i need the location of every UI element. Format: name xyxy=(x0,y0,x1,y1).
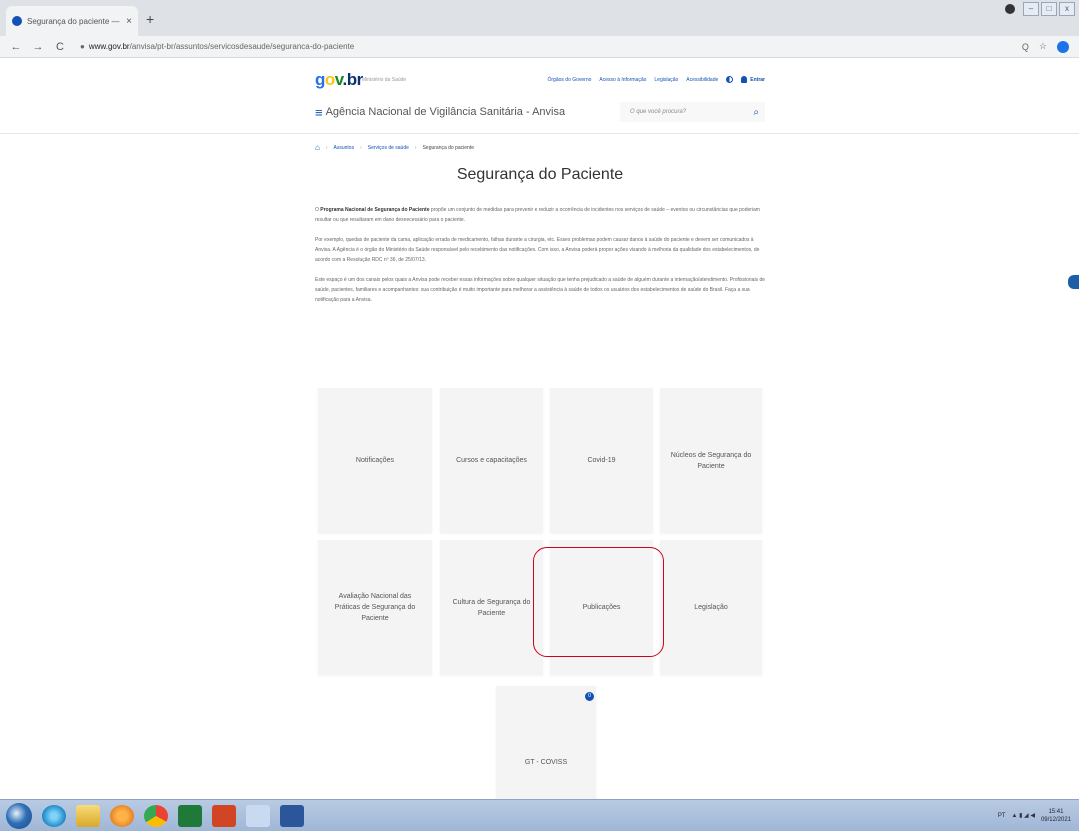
notification-badge: 0 xyxy=(585,692,594,701)
profile-icon[interactable] xyxy=(1005,4,1015,14)
logo-subtitle: Ministério da Saúde xyxy=(362,77,407,83)
address-bar[interactable]: ● www.gov.br /anvisa/pt-br/assuntos/serv… xyxy=(80,39,1022,55)
minimize-button[interactable]: – xyxy=(1023,2,1039,16)
breadcrumb: ⌂ › Assuntos › Serviços de saúde › Segur… xyxy=(315,143,475,152)
reload-button[interactable]: C xyxy=(54,41,66,53)
card-nucleos-seguranca[interactable]: Núcleos de Segurança do Paciente xyxy=(660,388,762,533)
link-orgaos[interactable]: Órgãos do Governo xyxy=(548,77,592,83)
file-explorer-icon[interactable] xyxy=(76,804,100,827)
powerpoint-icon[interactable] xyxy=(212,804,236,827)
tray-icons[interactable]: ▲ ▮ ◢ ◀ xyxy=(1011,812,1034,819)
site-name[interactable]: Agência Nacional de Vigilância Sanitária… xyxy=(326,106,566,118)
close-tab-icon[interactable]: × xyxy=(126,16,132,27)
user-icon xyxy=(741,76,748,83)
card-notificacoes[interactable]: Notificações xyxy=(318,388,432,533)
top-links: Órgãos do Governo Acesso à Informação Le… xyxy=(548,76,765,83)
gov-favicon-icon xyxy=(12,16,22,26)
url-domain: www.gov.br xyxy=(88,42,130,51)
link-acesso-informacao[interactable]: Acesso à Informação xyxy=(599,77,646,83)
login-label: Entrar xyxy=(750,76,765,83)
editor-icon[interactable] xyxy=(246,804,270,827)
windows-taskbar: PT ▲ ▮ ◢ ◀ 15:41 09/12/2021 xyxy=(0,799,1079,831)
zoom-icon[interactable]: Q xyxy=(1022,42,1029,52)
clock[interactable]: 15:41 09/12/2021 xyxy=(1041,808,1071,824)
word-icon[interactable] xyxy=(280,804,304,827)
card-publicacoes[interactable]: Publicações xyxy=(550,540,653,675)
language-indicator[interactable]: PT xyxy=(998,813,1006,819)
govbr-logo[interactable]: gov.br xyxy=(315,70,363,90)
close-window-button[interactable]: x xyxy=(1059,2,1075,16)
card-avaliacao-nacional[interactable]: Avaliação Nacional das Práticas de Segur… xyxy=(318,540,432,675)
system-tray: PT ▲ ▮ ◢ ◀ 15:41 09/12/2021 xyxy=(998,808,1071,824)
program-link[interactable]: Programa Nacional de Segurança do Pacien… xyxy=(320,207,429,213)
search-placeholder: O que você procura? xyxy=(630,109,687,115)
paragraph-3: Este espaço é um dos canais pelos quais … xyxy=(315,277,766,303)
login-button[interactable]: Entrar xyxy=(741,76,765,83)
breadcrumb-item-current: Segurança do paciente xyxy=(422,144,475,151)
search-icon[interactable]: ⌕ xyxy=(753,107,759,118)
forward-button[interactable]: → xyxy=(32,41,44,53)
home-icon[interactable]: ⌂ xyxy=(315,143,320,152)
card-cultura-seguranca[interactable]: Cultura de Segurança do Paciente xyxy=(440,540,543,675)
link-legislacao[interactable]: Legislação xyxy=(654,77,678,83)
media-player-icon[interactable] xyxy=(110,804,134,827)
url-path: /anvisa/pt-br/assuntos/servicosdesaude/s… xyxy=(129,42,355,51)
browser-tabstrip: Segurança do paciente — Portal × + – □ x xyxy=(0,0,1079,36)
link-acessibilidade[interactable]: Acessibilidade xyxy=(686,77,718,83)
new-tab-button[interactable]: + xyxy=(146,12,154,26)
clock-time: 15:41 xyxy=(1048,808,1064,815)
back-button[interactable]: ← xyxy=(10,41,22,53)
page-title: Segurança do Paciente xyxy=(456,166,624,183)
chrome-icon[interactable] xyxy=(144,804,168,827)
card-legislacao[interactable]: Legislação xyxy=(660,540,762,675)
lock-icon: ● xyxy=(80,42,85,51)
excel-icon[interactable] xyxy=(178,804,202,827)
side-chat-widget[interactable] xyxy=(1068,275,1079,289)
breadcrumb-item-assuntos[interactable]: Assuntos xyxy=(334,145,355,151)
card-covid-19[interactable]: Covid-19 xyxy=(550,388,653,533)
browser-tab[interactable]: Segurança do paciente — Portal × xyxy=(6,6,138,36)
site-header: gov.br Ministério da Saúde Órgãos do Gov… xyxy=(0,58,1079,134)
card-cursos-capacitacoes[interactable]: Cursos e capacitações xyxy=(440,388,543,533)
clock-date: 09/12/2021 xyxy=(1040,816,1071,823)
browser-toolbar: ← → C ● www.gov.br /anvisa/pt-br/assunto… xyxy=(0,36,1079,58)
tab-title: Segurança do paciente — Portal xyxy=(27,16,122,26)
start-button[interactable] xyxy=(6,802,32,829)
bookmark-star-icon[interactable]: ☆ xyxy=(1039,41,1047,52)
card-gt-coviss[interactable]: GT - COVISS xyxy=(496,686,596,799)
window-controls: – □ x xyxy=(1005,2,1075,16)
contrast-icon[interactable] xyxy=(726,76,734,83)
maximize-button[interactable]: □ xyxy=(1041,2,1057,16)
page-content: O Programa Nacional de Segurança do Paci… xyxy=(315,205,765,315)
paragraph-1: O Programa Nacional de Segurança do Paci… xyxy=(315,207,760,223)
paragraph-2: Por exemplo, quedas de paciente da cama,… xyxy=(315,237,760,263)
search-input[interactable]: O que você procura? ⌕ xyxy=(620,102,765,122)
account-avatar[interactable] xyxy=(1057,40,1069,53)
internet-explorer-icon[interactable] xyxy=(42,804,66,827)
breadcrumb-item-servicos[interactable]: Serviços de saúde xyxy=(368,145,409,151)
menu-icon[interactable]: ≡ xyxy=(315,106,323,119)
